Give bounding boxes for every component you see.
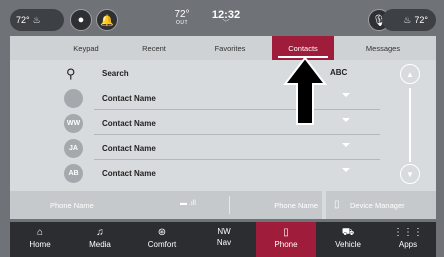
list-item[interactable]: JA Contact Name	[10, 136, 380, 160]
device-manager-label: Device Manager	[350, 201, 405, 210]
avatar	[64, 89, 83, 108]
phone-name-primary[interactable]: Phone Name	[50, 201, 94, 210]
clock[interactable]: 12:32 ﹀	[206, 9, 246, 27]
abc-label: ABC	[330, 68, 348, 77]
battery-signal-icon: ▬ .ıll	[180, 200, 196, 207]
divider	[94, 109, 380, 110]
heated-seat-icon: ♨	[32, 14, 41, 25]
nav-nav[interactable]: NW Nav	[194, 222, 254, 257]
driver-profile-button[interactable]: ●	[70, 9, 92, 31]
nav-label: Comfort	[147, 240, 177, 249]
outside-temp-value: 72°	[174, 9, 190, 20]
heated-seat-icon: ♨	[403, 14, 412, 25]
alphabet-jump-button[interactable]: ABC	[330, 68, 347, 77]
phone-contacts-screen: 72° ♨ ● 🔔 72° OUT 12:32 ﹀ 🎙 ♨ 72° Keypad	[0, 0, 444, 257]
driver-climate-control[interactable]: 72° ♨	[10, 9, 64, 31]
avatar: AB	[64, 164, 83, 183]
car-icon: ⛟	[341, 227, 355, 238]
contact-search[interactable]: ⚲ Search ABC	[10, 60, 436, 86]
nav-label: Nav	[216, 238, 232, 247]
chevron-down-icon[interactable]	[342, 168, 350, 172]
passenger-temp: 72°	[414, 15, 428, 25]
divider	[94, 159, 380, 160]
tab-messages[interactable]: Messages	[340, 36, 426, 60]
nav-apps[interactable]: ⋮⋮⋮ Apps	[380, 222, 436, 257]
search-label: Search	[102, 69, 129, 78]
status-bar: 72° ♨ ● 🔔 72° OUT 12:32 ﹀ 🎙 ♨ 72°	[10, 9, 436, 33]
outside-temp-label: OUT	[175, 20, 189, 26]
contact-name: Contact Name	[102, 94, 156, 103]
tab-label: Recent	[142, 43, 166, 53]
comfort-icon: ⊛	[157, 227, 167, 238]
contact-name: Contact Name	[102, 119, 156, 128]
heading: NW	[217, 227, 231, 236]
chevron-up-icon: ▲	[406, 69, 414, 79]
tab-label: Contacts	[288, 43, 318, 53]
tab-label: Favorites	[214, 43, 246, 53]
phone-panel: Keypad Recent Favorites Contacts Message…	[10, 36, 436, 219]
list-item[interactable]: AB Contact Name	[10, 161, 380, 185]
bottom-nav: ⌂ Home ♫ Media ⊛ Comfort NW Nav ▯ Phone …	[10, 222, 436, 257]
tab-label: Keypad	[73, 43, 99, 53]
chevron-down-icon: ▼	[406, 169, 414, 179]
music-note-icon: ♫	[96, 227, 104, 238]
divider	[94, 134, 380, 135]
nav-comfort[interactable]: ⊛ Comfort	[132, 222, 192, 257]
person-icon: ●	[77, 14, 85, 26]
nav-phone[interactable]: ▯ Phone	[256, 222, 316, 257]
device-manager-icon: ▯	[334, 199, 340, 210]
nav-label: Media	[89, 240, 111, 249]
notification-button[interactable]: 🔔	[96, 9, 118, 31]
device-manager-button[interactable]: ▯ Device Manager	[326, 191, 436, 219]
scrollbar[interactable]	[409, 88, 411, 162]
tab-recent[interactable]: Recent	[118, 36, 190, 60]
nav-label: Phone	[274, 240, 298, 249]
tab-keypad[interactable]: Keypad	[50, 36, 122, 60]
divider	[229, 196, 230, 214]
chevron-down-icon[interactable]	[342, 118, 350, 122]
bell-icon: 🔔	[100, 14, 114, 27]
avatar: WW	[64, 114, 83, 133]
grid-icon: ⋮⋮⋮	[393, 227, 423, 238]
phone-icon: ▯	[283, 227, 289, 238]
scroll-down-button[interactable]: ▼	[400, 164, 420, 184]
tab-favorites[interactable]: Favorites	[190, 36, 270, 60]
outside-temperature: 72° OUT	[170, 9, 194, 26]
phone-tabs: Keypad Recent Favorites Contacts Message…	[10, 36, 436, 60]
scroll-up-button[interactable]: ▲	[400, 64, 420, 84]
nav-home[interactable]: ⌂ Home	[10, 222, 70, 257]
nav-label: Home	[29, 240, 51, 249]
passenger-climate-control[interactable]: ♨ 72°	[382, 9, 436, 31]
nav-vehicle[interactable]: ⛟ Vehicle	[318, 222, 378, 257]
annotation-arrow	[283, 56, 327, 125]
home-icon: ⌂	[36, 227, 44, 238]
phone-name-secondary[interactable]: Phone Name	[274, 201, 318, 210]
chevron-down-icon[interactable]	[342, 143, 350, 147]
tab-label: Messages	[365, 43, 401, 53]
nav-label: Vehicle	[335, 240, 361, 249]
connected-phone-bar: Phone Name ▬ .ıll Phone Name	[10, 191, 322, 219]
chevron-down-icon[interactable]	[342, 93, 350, 97]
driver-temp: 72°	[16, 15, 30, 25]
chevron-down-icon: ﹀	[222, 20, 230, 27]
search-icon: ⚲	[66, 66, 76, 81]
contact-name: Contact Name	[102, 144, 156, 153]
avatar: JA	[64, 139, 83, 158]
nav-label: Apps	[398, 240, 418, 249]
nav-media[interactable]: ♫ Media	[70, 222, 130, 257]
compass-icon: NW	[194, 222, 254, 238]
contact-name: Contact Name	[102, 169, 156, 178]
